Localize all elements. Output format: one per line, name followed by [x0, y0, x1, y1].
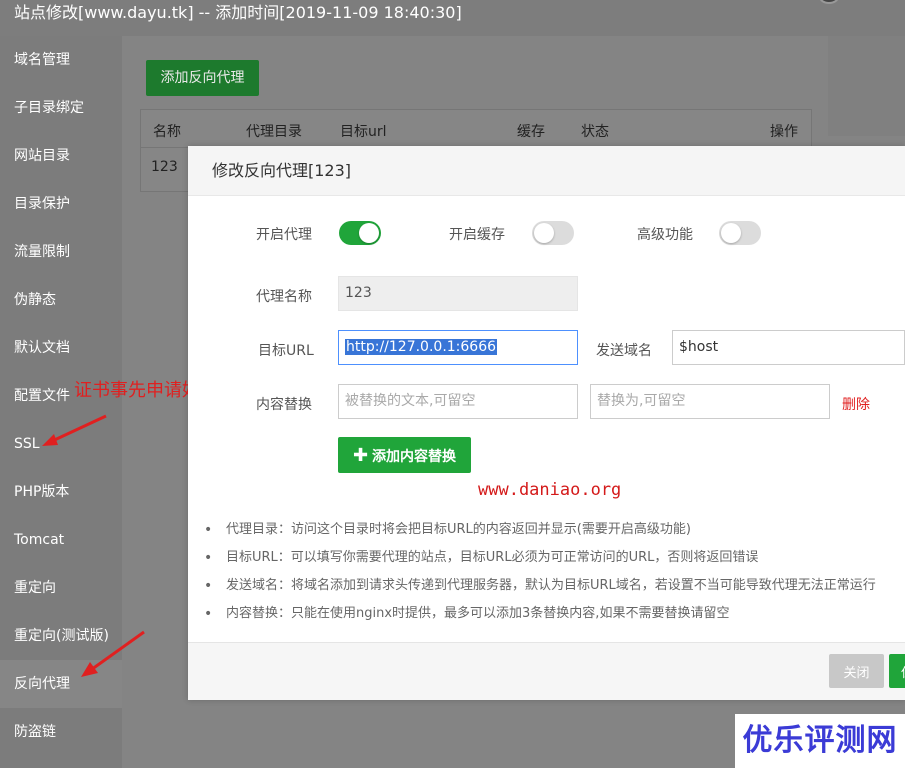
sidebar-item-site-directory[interactable]: 网站目录 — [0, 132, 122, 180]
sidebar-item-subdir-binding[interactable]: 子目录绑定 — [0, 84, 122, 132]
enable-cache-toggle[interactable] — [532, 221, 574, 245]
column-header-name: 名称 — [153, 124, 181, 140]
sidebar-item-dir-protection[interactable]: 目录保护 — [0, 180, 122, 228]
sidebar-item-traffic-limit[interactable]: 流量限制 — [0, 228, 122, 276]
replace-from-input[interactable]: 被替换的文本,可留空 — [338, 384, 578, 419]
add-content-replace-button[interactable]: ✚ 添加内容替换 — [338, 437, 471, 473]
tip-item: 发送域名：将域名添加到请求头传递到代理服务器，默认为目标URL域名，若设置不当可… — [204, 572, 905, 600]
sidebar-item-default-doc[interactable]: 默认文档 — [0, 324, 122, 372]
tip-item: 内容替换：只能在使用nginx时提供，最多可以添加3条替换内容,如果不需要替换请… — [204, 600, 905, 628]
replace-to-input[interactable]: 替换为,可留空 — [590, 384, 830, 419]
annotation-arrow-ssl-icon — [42, 414, 107, 446]
add-content-replace-label: 添加内容替换 — [372, 448, 457, 465]
delete-replace-link[interactable]: 删除 — [842, 394, 870, 414]
sidebar-item-hotlink-protection[interactable]: 防盗链 — [0, 708, 122, 756]
content-replace-label: 内容替换 — [256, 397, 312, 413]
column-header-status: 状态 — [581, 124, 609, 140]
proxy-name-label: 代理名称 — [256, 289, 312, 305]
send-domain-input[interactable]: $host — [672, 330, 905, 365]
column-header-proxy-dir: 代理目录 — [246, 124, 302, 140]
save-button[interactable]: 保存 — [889, 654, 905, 688]
sidebar-item-domain[interactable]: 域名管理 — [0, 36, 122, 84]
sidebar-item-rewrite[interactable]: 伪静态 — [0, 276, 122, 324]
dialog-footer: 关闭 保存 — [188, 642, 905, 700]
target-url-label: 目标URL — [258, 343, 314, 359]
annotation-arrow-proxy-icon — [81, 630, 145, 677]
enable-proxy-label: 开启代理 — [256, 227, 312, 243]
add-reverse-proxy-button[interactable]: 添加反向代理 — [146, 60, 259, 96]
background-panel — [828, 36, 905, 136]
target-url-input[interactable]: http://127.0.0.1:6666 — [338, 330, 578, 365]
site-logo: 优乐评测网 — [735, 714, 905, 768]
toggle-knob — [534, 223, 554, 243]
plus-icon: ✚ — [352, 444, 369, 466]
watermark: www.daniao.org — [478, 480, 622, 500]
window-title: 站点修改[www.dayu.tk] -- 添加时间[2019-11-09 18:… — [0, 0, 905, 36]
target-url-value: http://127.0.0.1:6666 — [345, 339, 498, 355]
sidebar-item-php-version[interactable]: PHP版本 — [0, 468, 122, 516]
send-domain-label: 发送域名 — [596, 343, 652, 359]
tip-item: 目标URL：可以填写你需要代理的站点，目标URL必须为可正常访问的URL，否则将… — [204, 544, 905, 572]
sidebar-item-redirect[interactable]: 重定向 — [0, 564, 122, 612]
column-header-cache: 缓存 — [517, 124, 545, 140]
help-tips: 代理目录：访问这个目录时将会把目标URL的内容返回并显示(需要开启高级功能) 目… — [204, 516, 905, 628]
toggle-knob — [359, 223, 379, 243]
tip-item: 代理目录：访问这个目录时将会把目标URL的内容返回并显示(需要开启高级功能) — [204, 516, 905, 544]
column-header-target-url: 目标url — [340, 124, 387, 140]
toggle-knob — [721, 223, 741, 243]
dialog-title: 修改反向代理[123] — [188, 146, 905, 196]
close-button[interactable]: 关闭 — [829, 654, 884, 688]
replace-from-placeholder: 被替换的文本,可留空 — [345, 393, 476, 409]
enable-proxy-toggle[interactable] — [339, 221, 381, 245]
table-cell-name: 123 — [151, 159, 178, 175]
advanced-label: 高级功能 — [637, 227, 693, 243]
annotation-note: 证书事先申请好 — [74, 380, 200, 401]
enable-cache-label: 开启缓存 — [449, 227, 505, 243]
proxy-name-field[interactable]: 123 — [338, 276, 578, 311]
table-header: 名称 代理目录 目标url 缓存 状态 操作 — [141, 110, 811, 148]
sidebar-item-tomcat[interactable]: Tomcat — [0, 516, 122, 564]
replace-to-placeholder: 替换为,可留空 — [597, 393, 686, 409]
edit-proxy-dialog: 修改反向代理[123] 开启代理 开启缓存 高级功能 代理名称 123 目标UR… — [188, 146, 905, 700]
column-header-actions: 操作 — [770, 124, 798, 140]
advanced-toggle[interactable] — [719, 221, 761, 245]
